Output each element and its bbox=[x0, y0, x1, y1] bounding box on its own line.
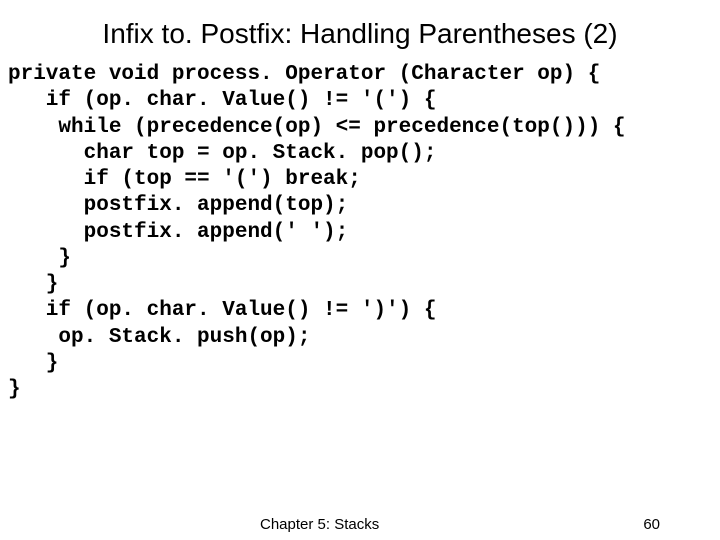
footer-chapter: Chapter 5: Stacks bbox=[260, 516, 379, 533]
slide: Infix to. Postfix: Handling Parentheses … bbox=[0, 0, 720, 540]
footer-page-number: 60 bbox=[643, 516, 660, 533]
slide-title: Infix to. Postfix: Handling Parentheses … bbox=[0, 18, 720, 50]
code-block: private void process. Operator (Characte… bbox=[0, 62, 720, 403]
